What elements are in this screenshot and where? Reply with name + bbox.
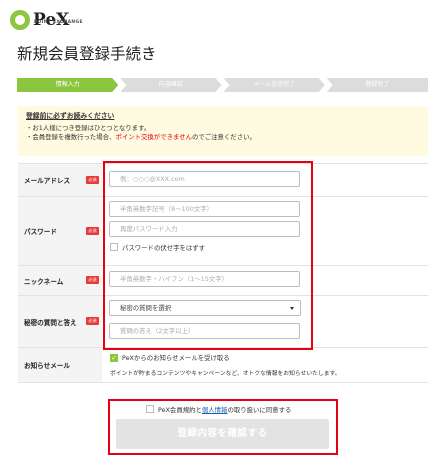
logo-ring-icon bbox=[10, 10, 30, 30]
password-label-cell: パスワード 必須 bbox=[18, 197, 102, 265]
notice-line-2-prefix: ・会員登録を複数行った場合、 bbox=[26, 133, 116, 141]
newsletter-label: お知らせメール bbox=[24, 362, 71, 370]
required-badge: 必須 bbox=[86, 317, 99, 325]
show-password-checkbox[interactable] bbox=[110, 243, 118, 251]
secret-label: 秘密の質問と答え bbox=[24, 318, 77, 327]
step-mail-sent: メール送信完了 bbox=[224, 78, 325, 92]
newsletter-checkbox-label[interactable]: PeXからのお知らせメールを受け取る bbox=[122, 353, 230, 362]
notice-line-2-suffix: のでご注意ください。 bbox=[191, 133, 256, 141]
required-badge: 必須 bbox=[86, 227, 99, 235]
email-label-cell: メールアドレス 必須 bbox=[18, 164, 102, 196]
agreement-suffix: の取り扱いに同意する bbox=[227, 406, 292, 414]
notice-warning: ポイント交換ができません bbox=[115, 133, 192, 141]
agreement-prefix: PeX会員規約と bbox=[158, 406, 202, 414]
privacy-link[interactable]: 個人情報 bbox=[202, 406, 228, 414]
nickname-label-cell: ニックネーム 必須 bbox=[18, 266, 102, 295]
email-field[interactable]: 例：○○○@XXX.com bbox=[109, 171, 300, 187]
notice-line-2: ・会員登録を複数行った場合、ポイント交換ができませんのでご注意ください。 bbox=[26, 133, 420, 143]
show-password-label[interactable]: パスワードの伏せ字をはずす bbox=[122, 243, 205, 252]
password-label: パスワード bbox=[24, 228, 57, 236]
secret-label-cell: 秘密の質問と答え 必須 bbox=[18, 296, 102, 347]
page-title: 新規会員登録手続き bbox=[17, 45, 157, 63]
notice-box: 登録前に必ずお読みください ・お1人様につき登録はひとつとなります。 ・会員登録… bbox=[18, 106, 428, 156]
newsletter-checkbox[interactable]: ✓ bbox=[110, 354, 118, 362]
step-confirm: 内容確認 bbox=[120, 78, 221, 92]
newsletter-row: お知らせメール ✓ PeXからのお知らせメールを受け取る ポイントが貯まるコンテ… bbox=[18, 348, 428, 383]
secret-answer-field[interactable]: 質問の答え（2文字以上） bbox=[109, 323, 300, 339]
newsletter-note: ポイントが貯まるコンテンツやキャンペーンなど、オトクな情報をお知らせいたします。 bbox=[110, 371, 341, 377]
required-badge: 必須 bbox=[86, 176, 99, 184]
password-field[interactable]: 半角英数字記号（8〜100文字） bbox=[109, 201, 300, 217]
secret-question-row: 秘密の質問と答え 必須 秘密の質問を選択 質問の答え（2文字以上） bbox=[18, 296, 428, 348]
newsletter-label-cell: お知らせメール bbox=[18, 348, 102, 382]
chevron-down-icon bbox=[290, 307, 294, 310]
notice-line-1: ・お1人様につき登録はひとつとなります。 bbox=[26, 123, 151, 132]
agreement-text: PeX会員規約と個人情報の取り扱いに同意する bbox=[158, 405, 291, 414]
logo-tagline: POINT EXCHANGE bbox=[34, 20, 83, 25]
nickname-row: ニックネーム 必須 半角英数字・ハイフン（1〜15文字） bbox=[18, 266, 428, 296]
secret-question-value: 秘密の質問を選択 bbox=[120, 304, 172, 312]
step-complete: 登録完了 bbox=[326, 78, 428, 92]
registration-form: メールアドレス 必須 例：○○○@XXX.com パスワード 必須 半角英数字記… bbox=[18, 163, 428, 383]
progress-steps: 情報入力 内容確認 メール送信完了 登録完了 bbox=[17, 78, 428, 92]
password-confirm-field[interactable]: 再度パスワード入力 bbox=[109, 221, 300, 237]
nickname-field[interactable]: 半角英数字・ハイフン（1〜15文字） bbox=[109, 271, 300, 287]
notice-title: 登録前に必ずお読みください bbox=[26, 112, 115, 120]
agreement-checkbox[interactable] bbox=[146, 405, 154, 413]
nickname-label: ニックネーム bbox=[24, 277, 64, 286]
email-label: メールアドレス bbox=[24, 177, 71, 185]
email-row: メールアドレス 必須 例：○○○@XXX.com bbox=[18, 164, 428, 197]
secret-question-select[interactable]: 秘密の質問を選択 bbox=[109, 300, 301, 316]
step-input: 情報入力 bbox=[17, 78, 118, 92]
confirm-submit-button[interactable]: 登録内容を確認する bbox=[116, 419, 329, 449]
required-badge: 必須 bbox=[86, 276, 99, 284]
password-row: パスワード 必須 半角英数字記号（8〜100文字） 再度パスワード入力 パスワー… bbox=[18, 197, 428, 266]
